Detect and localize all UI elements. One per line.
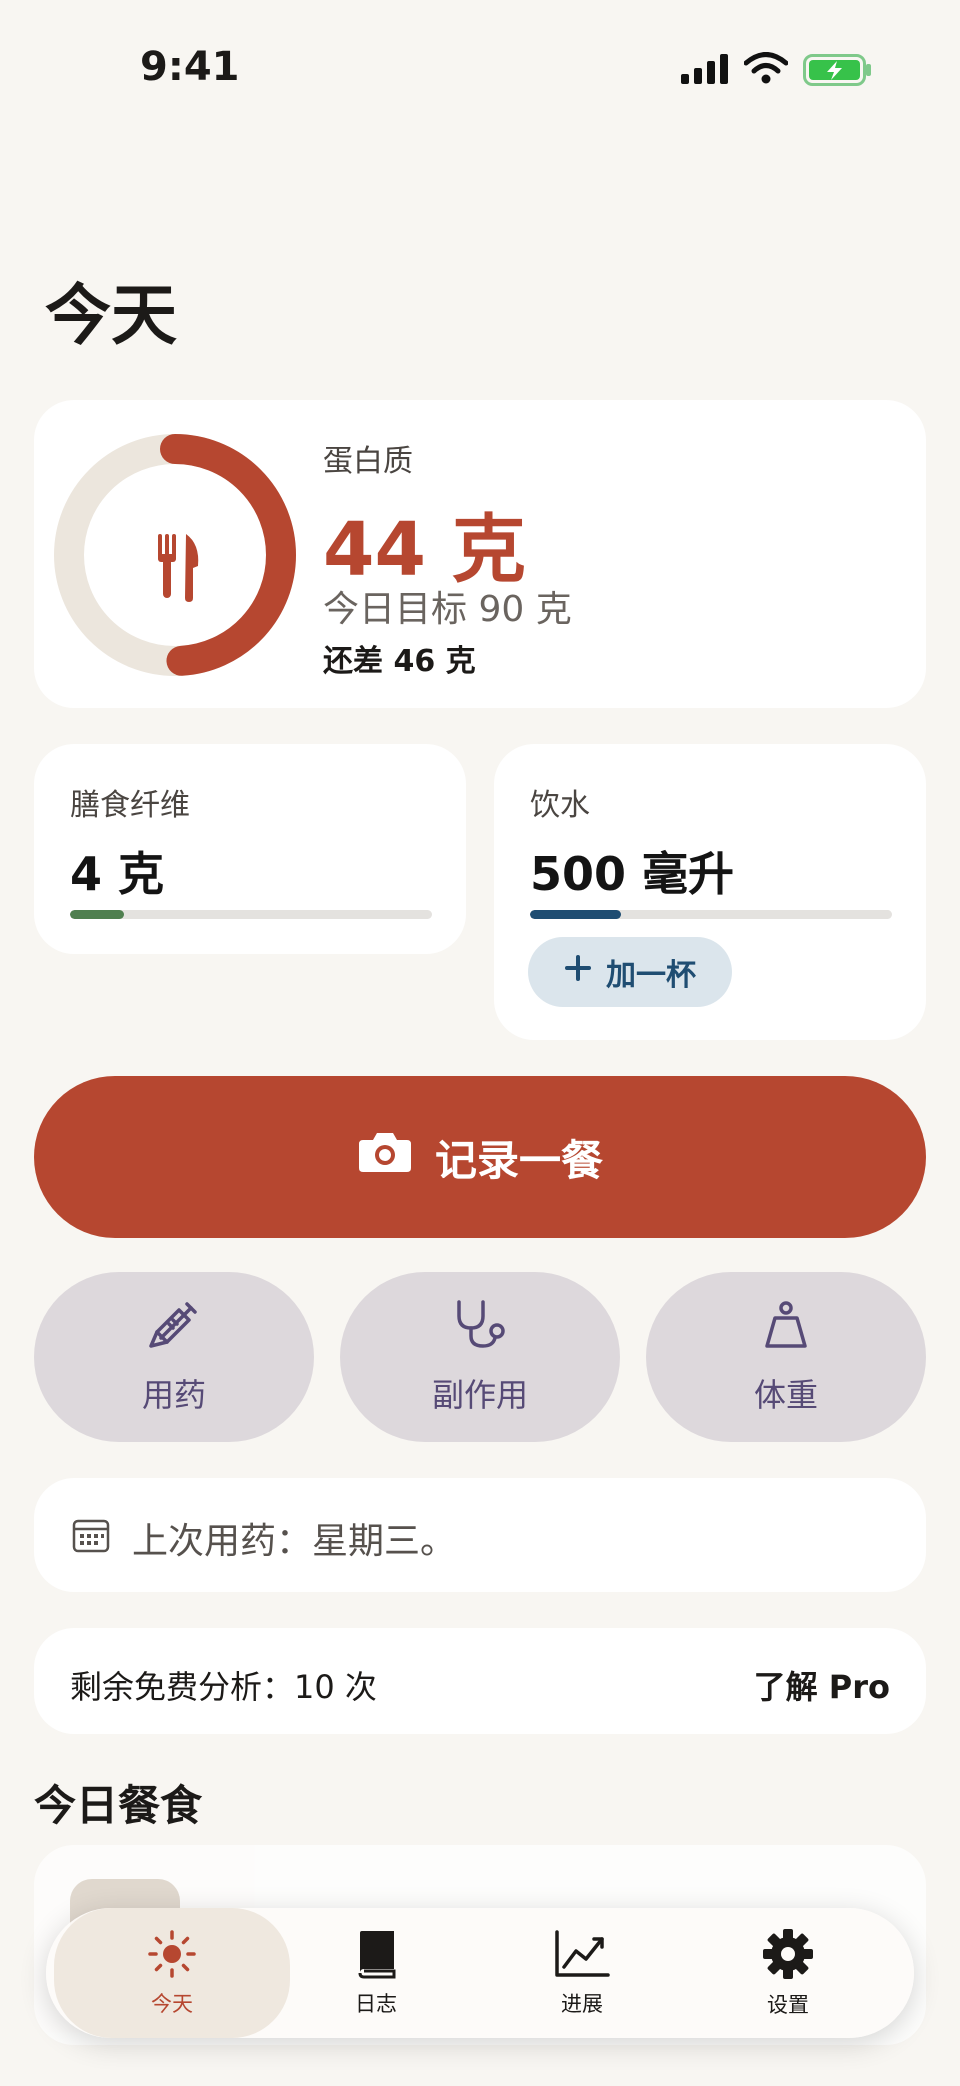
log-meal-button[interactable]: 记录一餐	[34, 1076, 926, 1238]
camera-icon	[357, 1130, 413, 1184]
last-dose-text: 上次用药：星期三。	[132, 1521, 457, 1562]
tab-journal[interactable]: 日志	[276, 1908, 476, 2038]
calendar-icon	[72, 1516, 110, 1558]
page-title: 今天	[45, 277, 177, 354]
syringe-icon	[147, 1298, 201, 1360]
tab-bar: 今天 日志 进展 设置	[46, 1908, 914, 2038]
tab-today-label: 今天	[151, 1991, 193, 2016]
book-icon	[354, 1929, 398, 1984]
status-time: 9:41	[140, 44, 240, 90]
fiber-progress-fill	[70, 910, 125, 919]
water-progress-bar	[530, 910, 892, 919]
battery-icon	[803, 54, 873, 90]
side-effects-label: 副作用	[431, 1376, 528, 1414]
stethoscope-icon	[451, 1298, 509, 1360]
protein-remaining: 还差 46 克	[323, 644, 476, 679]
protein-label: 蛋白质	[323, 444, 413, 479]
weight-button[interactable]: 体重	[646, 1272, 926, 1442]
signal-icon	[680, 54, 730, 88]
tab-progress-label: 进展	[561, 1991, 603, 2016]
last-dose-card[interactable]: 上次用药：星期三。	[34, 1478, 926, 1592]
protein-progress-ring	[54, 434, 296, 676]
medication-label: 用药	[141, 1376, 206, 1414]
tab-progress[interactable]: 进展	[482, 1908, 682, 2038]
tab-journal-label: 日志	[355, 1991, 397, 2016]
add-cup-label: 加一杯	[606, 958, 696, 993]
plus-icon	[564, 954, 592, 990]
tab-today[interactable]: 今天	[54, 1908, 290, 2038]
fork-knife-icon	[158, 534, 199, 602]
side-effects-button[interactable]: 副作用	[340, 1272, 620, 1442]
water-value: 500 毫升	[530, 847, 735, 901]
scale-icon	[761, 1298, 811, 1360]
sun-icon	[147, 1929, 197, 1984]
wifi-icon	[743, 52, 789, 88]
tab-settings-label: 设置	[767, 1992, 809, 2017]
fiber-label: 膳食纤维	[70, 788, 190, 823]
free-analysis-card: 剩余免费分析：10 次 了解 Pro	[34, 1628, 926, 1734]
water-label: 饮水	[530, 788, 590, 823]
weight-label: 体重	[753, 1376, 818, 1414]
fiber-progress-bar	[70, 910, 432, 919]
meals-section-title: 今日餐食	[34, 1781, 203, 1830]
fiber-card[interactable]: 膳食纤维 4 克	[34, 744, 466, 954]
log-meal-label: 记录一餐	[434, 1135, 603, 1185]
protein-goal: 今日目标 90 克	[323, 589, 572, 630]
add-cup-button[interactable]: 加一杯	[528, 937, 732, 1007]
tab-settings[interactable]: 设置	[688, 1908, 888, 2038]
learn-pro-link[interactable]: 了解 Pro	[754, 1662, 890, 1708]
gear-icon	[762, 1928, 814, 1985]
water-progress-fill	[530, 910, 621, 919]
chart-line-icon	[554, 1929, 610, 1984]
medication-button[interactable]: 用药	[34, 1272, 314, 1442]
fiber-value: 4 克	[70, 847, 165, 901]
free-analysis-text: 剩余免费分析：10 次	[70, 1668, 377, 1706]
